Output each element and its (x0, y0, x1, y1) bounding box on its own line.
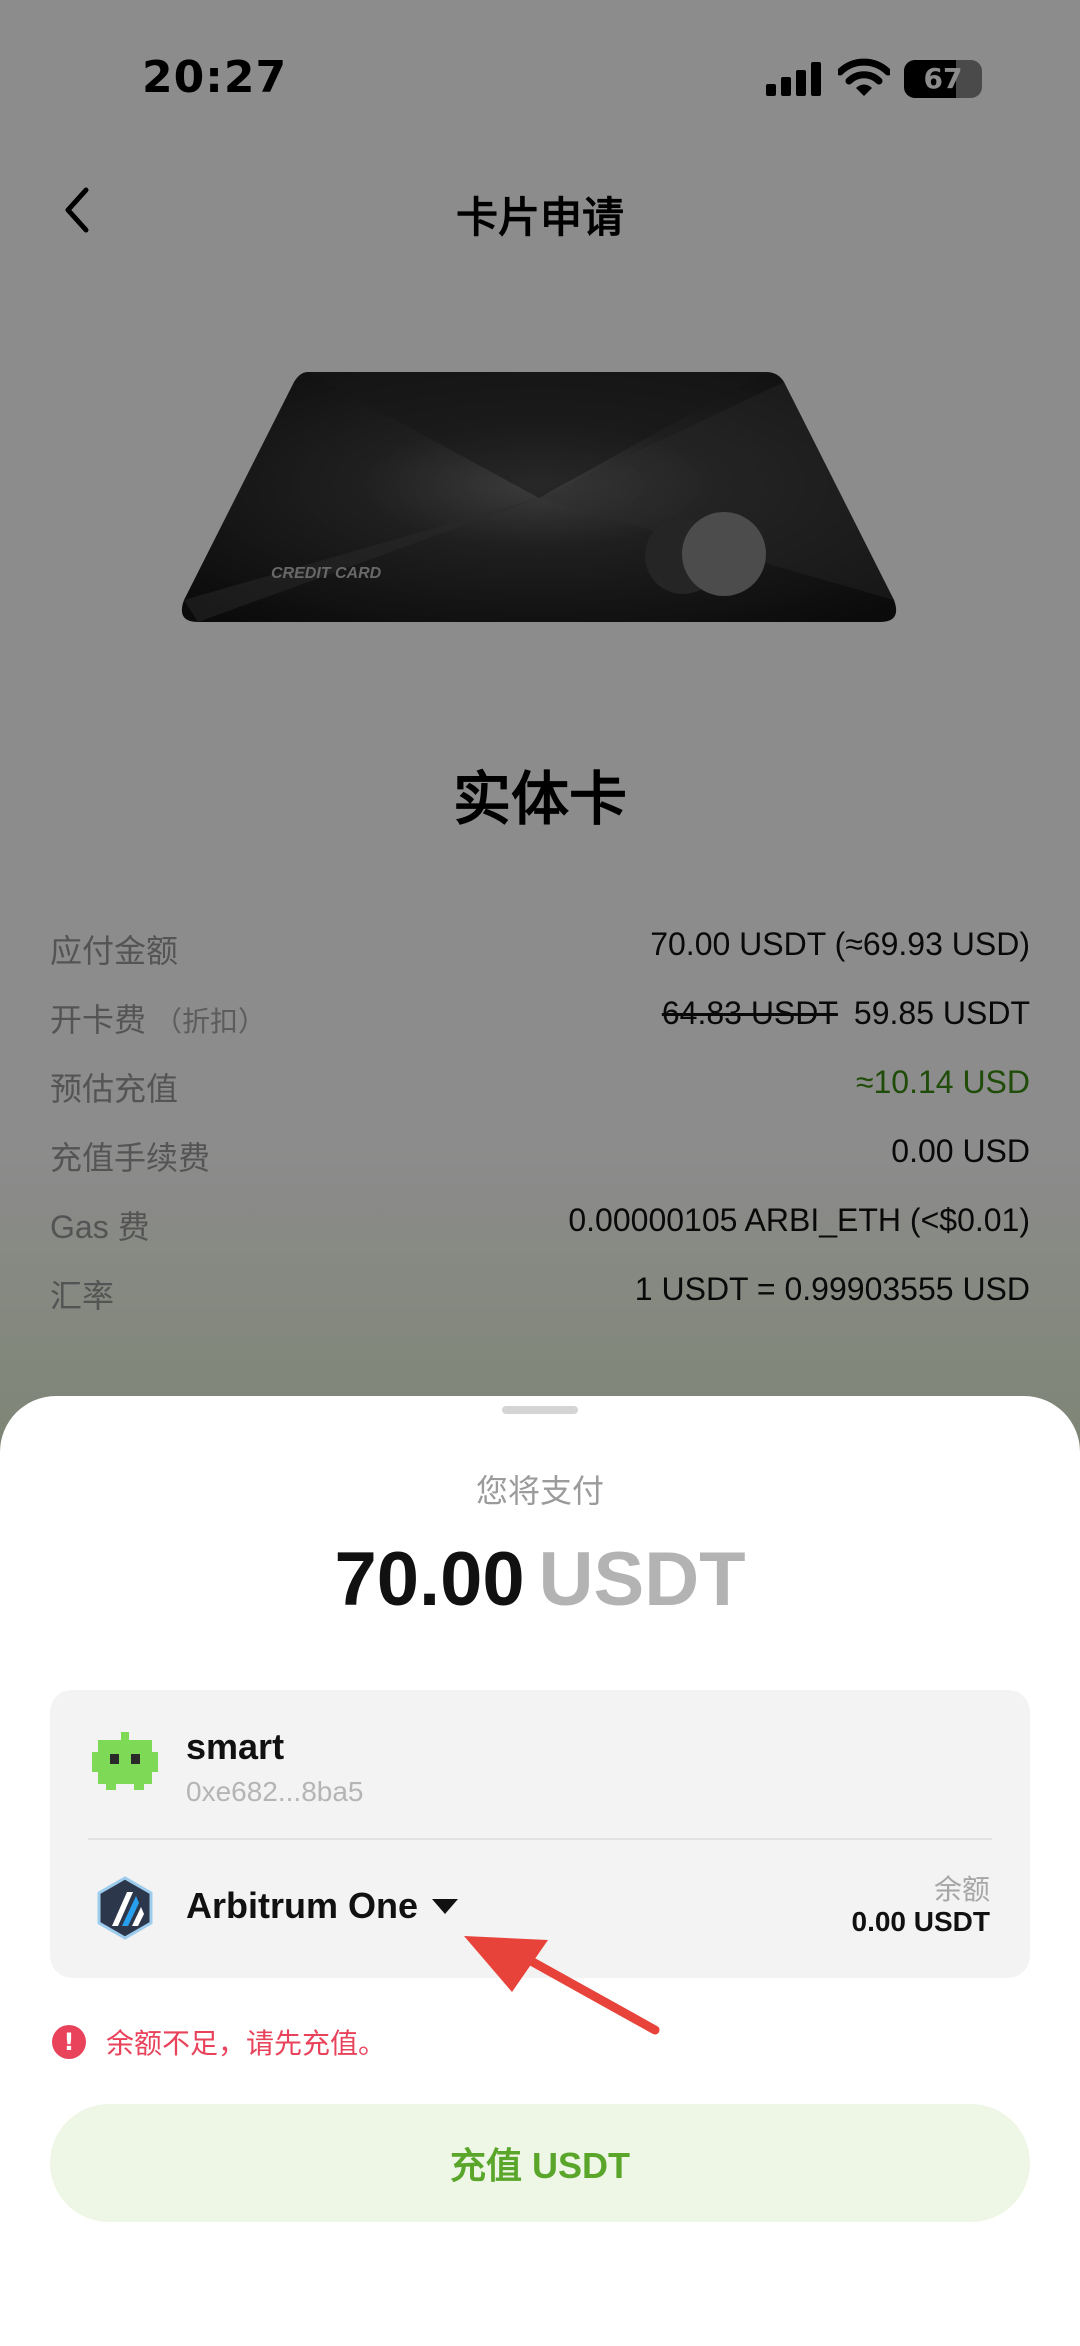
pay-amount-unit: USDT (538, 1537, 746, 1622)
topup-usdt-button[interactable]: 充值 USDT (50, 2104, 1030, 2222)
pay-label: 您将支付 (475, 1473, 604, 1509)
arbitrum-icon (97, 1876, 153, 1940)
network-name: Arbitrum One (186, 1885, 419, 1926)
pay-amount-value: 70.00 (334, 1537, 525, 1622)
balance-value: 0.00 USDT (851, 1906, 991, 1937)
balance-label: 余额 (933, 1874, 990, 1905)
divider (88, 1838, 992, 1840)
payment-sheet: 您将支付 70.00 USDT smart 0xe682...8ba5 Arbit… (0, 1396, 1080, 2346)
wallet-address: 0xe682...8ba5 (186, 1776, 364, 1807)
insufficient-balance-error: ! 余额不足，请先充值。 (52, 2022, 386, 2062)
info-alert-icon: ! (52, 2025, 86, 2059)
sheet-drag-handle[interactable] (502, 1406, 578, 1414)
wallet-name: smart (186, 1726, 285, 1767)
robot-icon (92, 1732, 158, 1790)
pay-amount: 70.00 USDT (0, 1536, 1080, 1623)
annotation-arrow-icon (464, 1936, 660, 2035)
network-selector[interactable]: Arbitrum One (186, 1876, 459, 1936)
error-message: 余额不足，请先充值。 (106, 2028, 387, 2059)
caret-down-icon (432, 1898, 459, 1914)
